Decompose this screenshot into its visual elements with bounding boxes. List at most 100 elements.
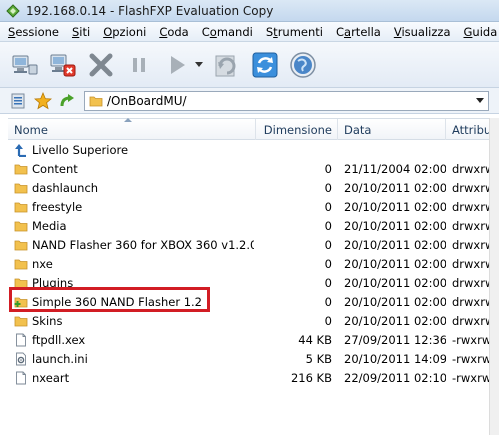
transfer-dropdown[interactable] bbox=[194, 48, 204, 82]
pause-button[interactable] bbox=[122, 48, 156, 82]
file-size bbox=[256, 140, 338, 159]
menu-cartella[interactable]: Cartella bbox=[336, 25, 381, 39]
file-date: 20/10/2011 14:09 bbox=[344, 351, 446, 366]
file-size: 0 bbox=[324, 218, 332, 233]
file-list: Livello Superiore Content 0 21/11/2004 02:0… bbox=[8, 140, 499, 400]
menu-sessione[interactable]: Sessione bbox=[8, 25, 59, 39]
file-row[interactable]: freestyle020/10/2011 02:00drwxrwxrwx bbox=[8, 197, 499, 216]
column-header-name[interactable]: Nome bbox=[8, 118, 256, 140]
file-row[interactable]: Media020/10/2011 02:00drwxrwxrwx bbox=[8, 216, 499, 235]
window-title: 192.168.0.14 - FlashFXP Evaluation Copy bbox=[26, 3, 274, 18]
path-combo[interactable]: /OnBoardMU/ bbox=[84, 90, 489, 111]
file-size: 0 bbox=[324, 161, 332, 176]
file-name-cell: dashlaunch bbox=[14, 178, 254, 197]
flashfxp-app-icon bbox=[6, 3, 20, 18]
folder-icon bbox=[14, 221, 28, 231]
folder-icon bbox=[14, 164, 28, 174]
file-name: dashlaunch bbox=[32, 180, 99, 195]
file-name-cell: freestyle bbox=[14, 197, 254, 216]
file-row[interactable]: Plugins020/10/2011 02:00drwxrwxrwx bbox=[8, 273, 499, 292]
globe-icon bbox=[290, 51, 316, 78]
file-date bbox=[338, 140, 446, 159]
file-row[interactable]: Content021/11/2004 02:00drwxrwxrwx bbox=[8, 159, 499, 178]
file-size: 0 bbox=[324, 294, 332, 309]
favorites-button[interactable] bbox=[32, 90, 54, 112]
parent-folder-button[interactable] bbox=[56, 90, 78, 112]
file-date: 27/09/2011 12:36 bbox=[344, 332, 446, 347]
connect-button[interactable] bbox=[8, 48, 42, 82]
file-date: 20/10/2011 02:00 bbox=[344, 180, 446, 195]
folder-icon bbox=[14, 183, 28, 193]
menu-comandi[interactable]: Comandi bbox=[202, 25, 253, 39]
abort-button[interactable] bbox=[84, 48, 118, 82]
file-row[interactable]: NAND Flasher 360 for XBOX 360 v1.2.0 0 20/… bbox=[8, 235, 499, 254]
file-name-cell: nxe bbox=[14, 254, 254, 273]
menu-strumenti[interactable]: Strumenti bbox=[266, 25, 323, 39]
bookmark-list-button[interactable] bbox=[8, 90, 30, 112]
title-bar: 192.168.0.14 - FlashFXP Evaluation Copy bbox=[0, 0, 499, 22]
disconnect-button[interactable] bbox=[46, 48, 80, 82]
chevron-down-icon bbox=[195, 61, 203, 67]
file-name-cell: Content bbox=[14, 159, 254, 178]
parent-directory-icon bbox=[15, 143, 26, 157]
folder-icon bbox=[14, 259, 28, 269]
site-list-icon bbox=[11, 93, 25, 108]
folder-icon bbox=[14, 202, 28, 212]
menu-siti[interactable]: Siti bbox=[72, 25, 90, 39]
refresh-icon bbox=[252, 52, 278, 77]
column-header-size[interactable]: Dimensione bbox=[256, 119, 338, 140]
file-size: 216 KB bbox=[290, 370, 332, 385]
file-date: 20/10/2011 02:00 bbox=[344, 313, 446, 328]
file-size: 0 bbox=[324, 275, 332, 290]
menu-guida[interactable]: Guida bbox=[464, 25, 498, 39]
file-row[interactable]: nxeart216 KB22/09/2011 02:10-rwxrwxrwx bbox=[8, 368, 499, 387]
refresh-alt-button[interactable] bbox=[210, 48, 244, 82]
file-row[interactable]: nxe020/10/2011 02:00drwxrwxrwx bbox=[8, 254, 499, 273]
file-name-cell: ftpdll.xex bbox=[14, 330, 254, 349]
file-date: 20/10/2011 02:00 bbox=[344, 218, 446, 233]
menu-visualizza[interactable]: Visualizza bbox=[394, 25, 451, 39]
file-date: 22/09/2011 02:10 bbox=[344, 370, 446, 385]
pause-icon bbox=[133, 57, 145, 72]
file-name: nxe bbox=[32, 256, 53, 271]
file-size: 0 bbox=[324, 256, 332, 271]
file-row[interactable]: Livello Superiore bbox=[8, 140, 499, 159]
refresh-button[interactable] bbox=[248, 48, 282, 82]
file-row[interactable]: dashlaunch020/10/2011 02:00drwxrwxrwx bbox=[8, 178, 499, 197]
file-icon bbox=[16, 333, 26, 346]
file-date: 20/10/2011 02:00 bbox=[344, 237, 446, 252]
file-name-cell: Skins bbox=[14, 311, 254, 330]
file-name: launch.ini bbox=[32, 351, 88, 366]
file-name-cell: launch.ini bbox=[14, 349, 254, 368]
current-path: /OnBoardMU/ bbox=[107, 93, 187, 108]
connect-icon bbox=[12, 55, 38, 74]
menu-coda[interactable]: Coda bbox=[159, 25, 188, 39]
transfer-icon bbox=[171, 55, 185, 74]
settings-file-icon bbox=[16, 352, 26, 365]
file-row[interactable]: launch.ini5 KB20/10/2011 14:09-rwxrwxrwx bbox=[8, 349, 499, 368]
file-row[interactable]: ftpdll.xex44 KB27/09/2011 12:36-rwxrwxrw… bbox=[8, 330, 499, 349]
disconnect-icon bbox=[50, 54, 76, 76]
transfer-button[interactable] bbox=[160, 48, 194, 82]
file-name: NAND Flasher 360 for XBOX 360 v1.2.0 bbox=[32, 237, 254, 252]
file-row[interactable]: Skins020/10/2011 02:00drwxrwxrwx bbox=[8, 311, 499, 330]
chevron-down-icon[interactable] bbox=[476, 97, 484, 103]
column-date-label: Data bbox=[344, 122, 372, 137]
folder-icon bbox=[14, 240, 28, 250]
file-date: 21/11/2004 02:00 bbox=[344, 161, 446, 176]
web-browser-button[interactable] bbox=[286, 48, 320, 82]
file-name-cell: Simple 360 NAND Flasher 1.2 bbox=[14, 292, 254, 311]
column-header-date[interactable]: Data bbox=[338, 119, 446, 140]
file-size: 44 KB bbox=[298, 332, 332, 347]
file-name: Plugins bbox=[32, 275, 74, 290]
vertical-scrollbar[interactable] bbox=[489, 118, 499, 435]
file-size: 0 bbox=[324, 180, 332, 195]
refresh-alt-icon bbox=[215, 55, 236, 76]
menu-opzioni[interactable]: Opzioni bbox=[103, 25, 146, 39]
column-name-label: Nome bbox=[14, 122, 48, 137]
file-name: freestyle bbox=[32, 199, 83, 214]
file-name-cell: Livello Superiore bbox=[14, 140, 254, 159]
up-arrow-icon bbox=[60, 93, 74, 106]
file-row[interactable]: Simple 360 NAND Flasher 1.2 0 20/10/2011 0… bbox=[8, 292, 499, 311]
file-name: Content bbox=[32, 161, 78, 176]
